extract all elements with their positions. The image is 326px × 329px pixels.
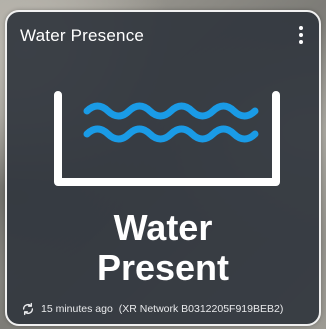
more-vertical-icon[interactable] [295, 26, 307, 46]
refresh-icon[interactable] [21, 302, 35, 316]
card-title: Water Presence [20, 26, 145, 45]
state-line-2: Present [96, 247, 230, 288]
state-line-1: Water [113, 207, 213, 248]
water-state-label: Water Present [7, 208, 319, 288]
water-presence-card[interactable]: Water Presence Water Present 15 minutes … [5, 10, 321, 326]
last-updated-time: 15 minutes ago [41, 303, 113, 315]
water-tank-icon [54, 91, 280, 186]
network-source: (XR Network B0312205F919BEB2) [118, 303, 284, 315]
last-updated-footer: 15 minutes ago (XR Network B0312205F919B… [21, 302, 283, 316]
